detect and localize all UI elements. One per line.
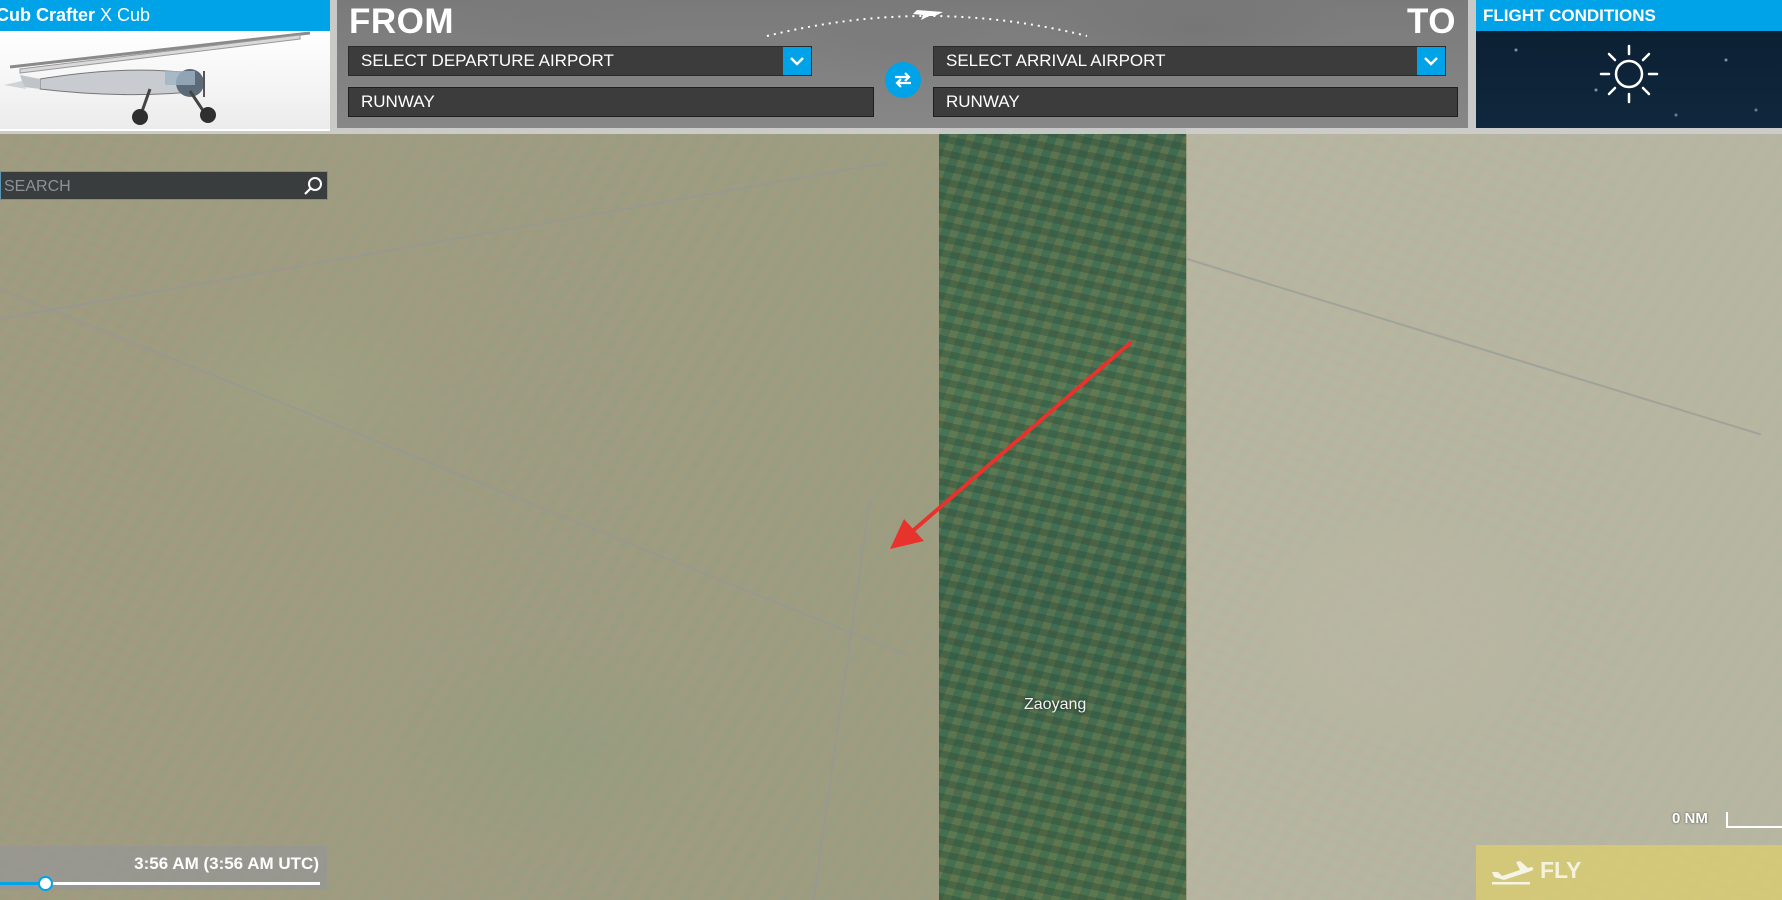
aircraft-model: X Cub [100, 5, 151, 25]
to-label: TO [1407, 2, 1456, 41]
fly-button[interactable]: FLY [1476, 845, 1782, 900]
chevron-down-icon[interactable] [1417, 47, 1445, 75]
aircraft-brand: Cub Crafter [0, 5, 96, 25]
arrival-airport-label: SELECT ARRIVAL AIRPORT [946, 51, 1166, 70]
aircraft-title: Cub Crafter X Cub [0, 0, 330, 31]
fly-button-label: FLY [1540, 857, 1582, 883]
aircraft-image [0, 31, 330, 129]
arrival-airport-select[interactable]: SELECT ARRIVAL AIRPORT [933, 46, 1446, 76]
search-icon[interactable] [303, 176, 323, 196]
time-display: 3:56 AM (3:56 AM UTC) [134, 854, 319, 873]
aircraft-picture [4, 31, 311, 125]
from-label: FROM [349, 2, 455, 41]
flight-conditions-title: FLIGHT CONDITIONS [1476, 0, 1782, 31]
departure-runway-label: RUNWAY [361, 92, 435, 111]
arrival-runway-select[interactable]: RUNWAY [933, 87, 1458, 117]
world-map-screen: Zaoyang Cub Crafter X Cub FROM TO SELECT… [0, 0, 1782, 900]
route-arc-plane-icon [766, 10, 1088, 37]
swap-icon [895, 72, 911, 88]
map-shade-right [1187, 128, 1782, 900]
map-scale-label: 0 NM [1672, 810, 1708, 827]
departure-airport-label: SELECT DEPARTURE AIRPORT [361, 51, 614, 70]
map-scale-bar [1726, 812, 1782, 828]
map-search[interactable] [0, 171, 328, 201]
map-place-label: Zaoyang [1024, 696, 1087, 713]
flight-conditions-card[interactable]: FLIGHT CONDITIONS [1476, 0, 1782, 128]
annotation-arrow [890, 341, 1132, 549]
plane-takeoff-icon [1492, 861, 1534, 885]
swap-airports-button[interactable] [885, 62, 921, 98]
search-input[interactable] [1, 172, 302, 201]
time-of-day-card: 3:56 AM (3:56 AM UTC) [0, 846, 327, 891]
route-panel: FROM TO SELECT DEPARTURE AIRPORT RUNWAY [337, 0, 1468, 128]
time-slider-thumb[interactable] [38, 876, 53, 891]
chevron-down-icon[interactable] [783, 47, 811, 75]
top-bar: Cub Crafter X Cub FROM TO SELECT DEPARTU… [0, 0, 1782, 134]
departure-runway-select[interactable]: RUNWAY [348, 87, 874, 117]
aircraft-card[interactable]: Cub Crafter X Cub [0, 0, 330, 131]
departure-airport-select[interactable]: SELECT DEPARTURE AIRPORT [348, 46, 812, 76]
arrival-runway-label: RUNWAY [946, 92, 1020, 111]
sun-icon [1599, 44, 1659, 104]
